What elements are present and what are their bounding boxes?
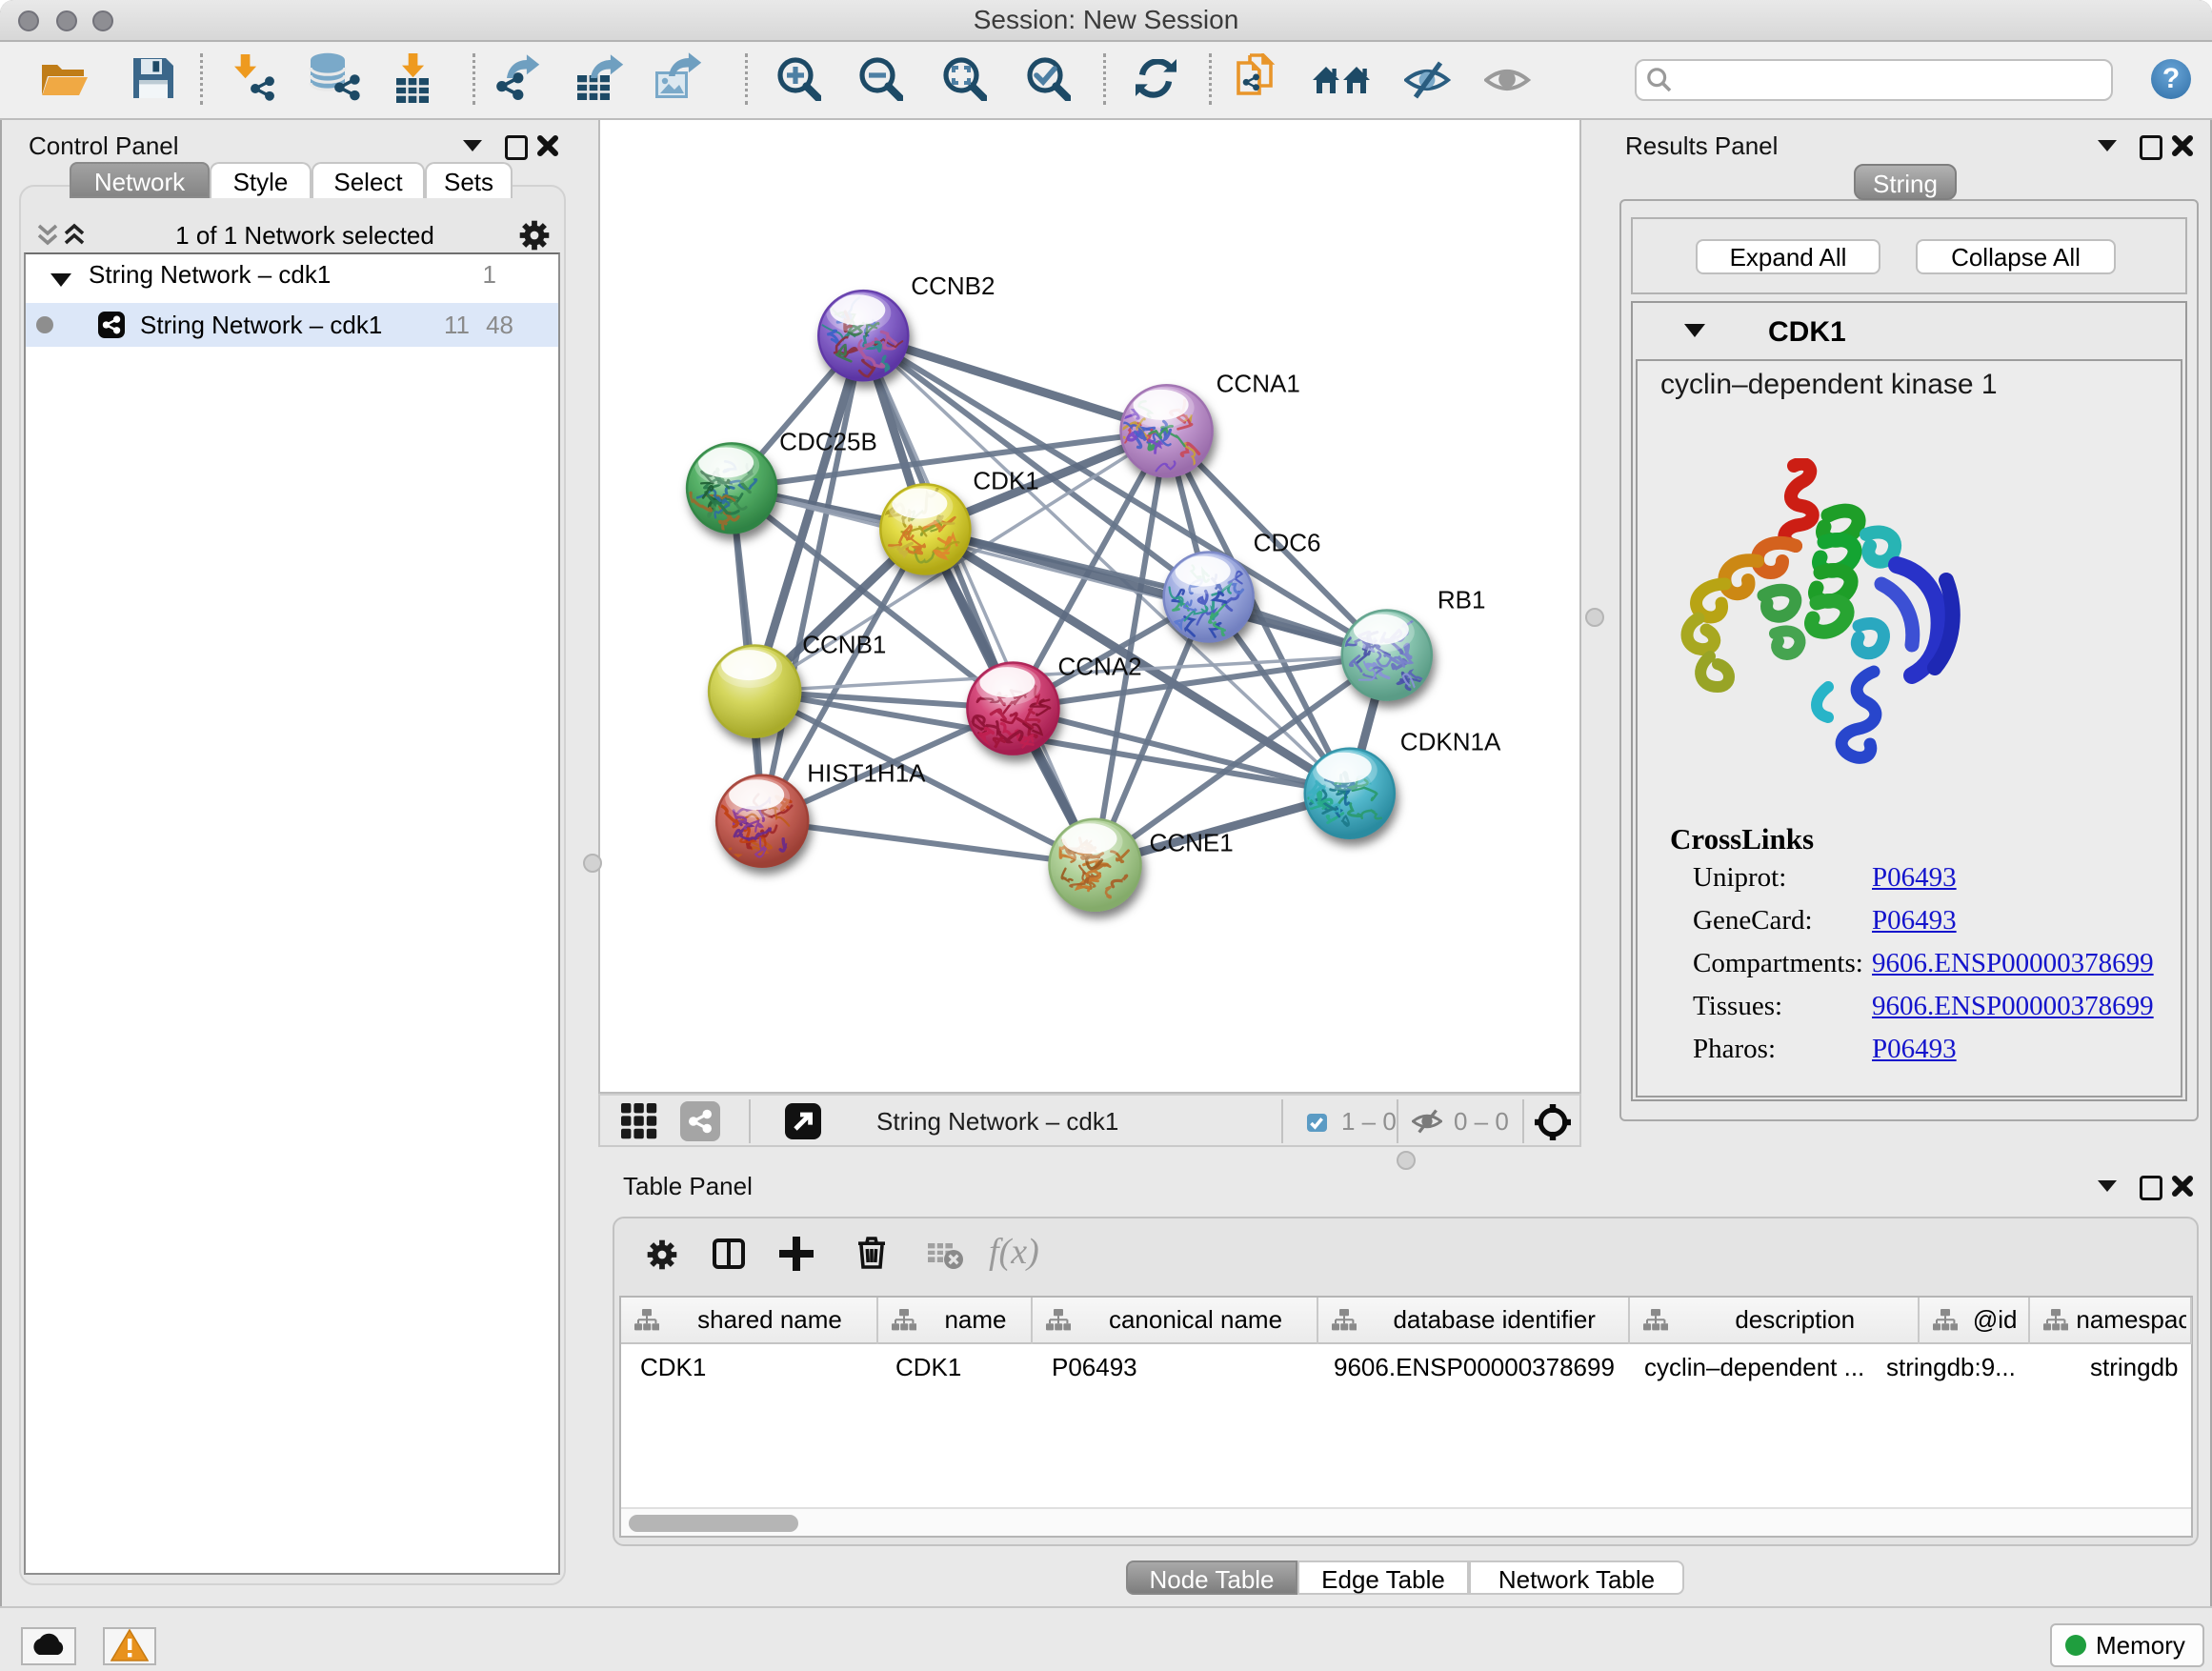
svg-text:RB1: RB1 <box>1438 586 1486 614</box>
svg-text:CDC6: CDC6 <box>1254 528 1321 556</box>
svg-text:CCNA2: CCNA2 <box>1057 653 1141 681</box>
svg-text:CCNE1: CCNE1 <box>1150 829 1234 857</box>
svg-text:CCNB2: CCNB2 <box>911 272 995 300</box>
svg-text:CCNA1: CCNA1 <box>1217 369 1300 397</box>
svg-text:CDKN1A: CDKN1A <box>1400 728 1501 756</box>
svg-text:CDC25B: CDC25B <box>779 427 877 455</box>
svg-text:CDK1: CDK1 <box>973 466 1038 494</box>
svg-text:HIST1H1A: HIST1H1A <box>807 759 926 788</box>
svg-text:CCNB1: CCNB1 <box>802 631 886 659</box>
